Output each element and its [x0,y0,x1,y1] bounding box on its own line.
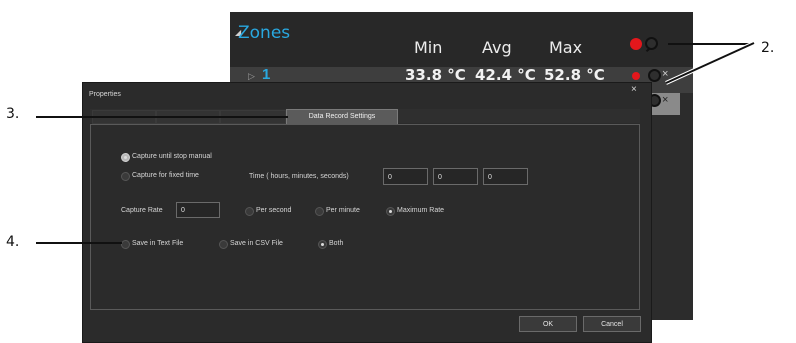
capture-rate-label: Capture Rate [121,207,163,214]
save-csv-radio[interactable] [219,240,228,249]
per-second-radio[interactable] [245,207,254,216]
time-label: Time ( hours, minutes, seconds) [249,173,349,180]
cancel-button[interactable]: Cancel [583,316,641,332]
callout-3-label: 3. [6,106,20,122]
maximum-rate-radio[interactable] [386,207,395,216]
save-text-label: Save in Text File [132,240,184,247]
zone2-close-icon[interactable]: × [662,94,668,106]
capture-fixed-time-label: Capture for fixed time [132,172,199,179]
save-csv-label: Save in CSV File [230,240,283,247]
time-hours-input[interactable]: 0 [383,168,428,185]
column-avg: Avg [482,38,512,57]
zone-index: 1 [262,66,271,83]
dialog-titlebar[interactable] [83,83,649,103]
capture-until-stop-radio[interactable] [121,153,130,162]
callout-4-label: 4. [6,234,20,250]
save-both-label: Both [329,240,344,247]
save-both-radio[interactable] [318,240,327,249]
capture-until-stop-label: Capture until stop manual [132,153,212,160]
record-indicator-icon[interactable] [630,38,642,50]
ok-button[interactable]: OK [519,316,577,332]
tab-data-record-settings[interactable]: Data Record Settings [286,109,398,125]
column-max: Max [549,38,583,57]
capture-rate-input[interactable]: 0 [176,202,220,218]
time-minutes-input[interactable]: 0 [433,168,478,185]
capture-fixed-time-radio[interactable] [121,172,130,181]
expand-icon[interactable]: ▷ [248,71,255,82]
dialog-title: Properties [89,91,121,98]
callout-2-line-b [665,41,755,85]
zone-record-icon[interactable] [632,72,640,80]
dialog-close-icon[interactable]: × [631,84,637,95]
maximum-rate-label: Maximum Rate [397,207,445,214]
callout-4-line [36,242,122,244]
settings-group [90,124,640,310]
per-second-label: Per second [256,207,292,214]
zones-header [230,12,693,67]
callout-2-label: 2. [761,40,775,56]
column-min: Min [414,38,443,57]
zones-title: Zones [238,23,291,43]
per-minute-label: Per minute [326,207,360,214]
callout-3-line [36,116,288,118]
time-seconds-input[interactable]: 0 [483,168,528,185]
save-text-radio[interactable] [121,240,130,249]
per-minute-radio[interactable] [315,207,324,216]
